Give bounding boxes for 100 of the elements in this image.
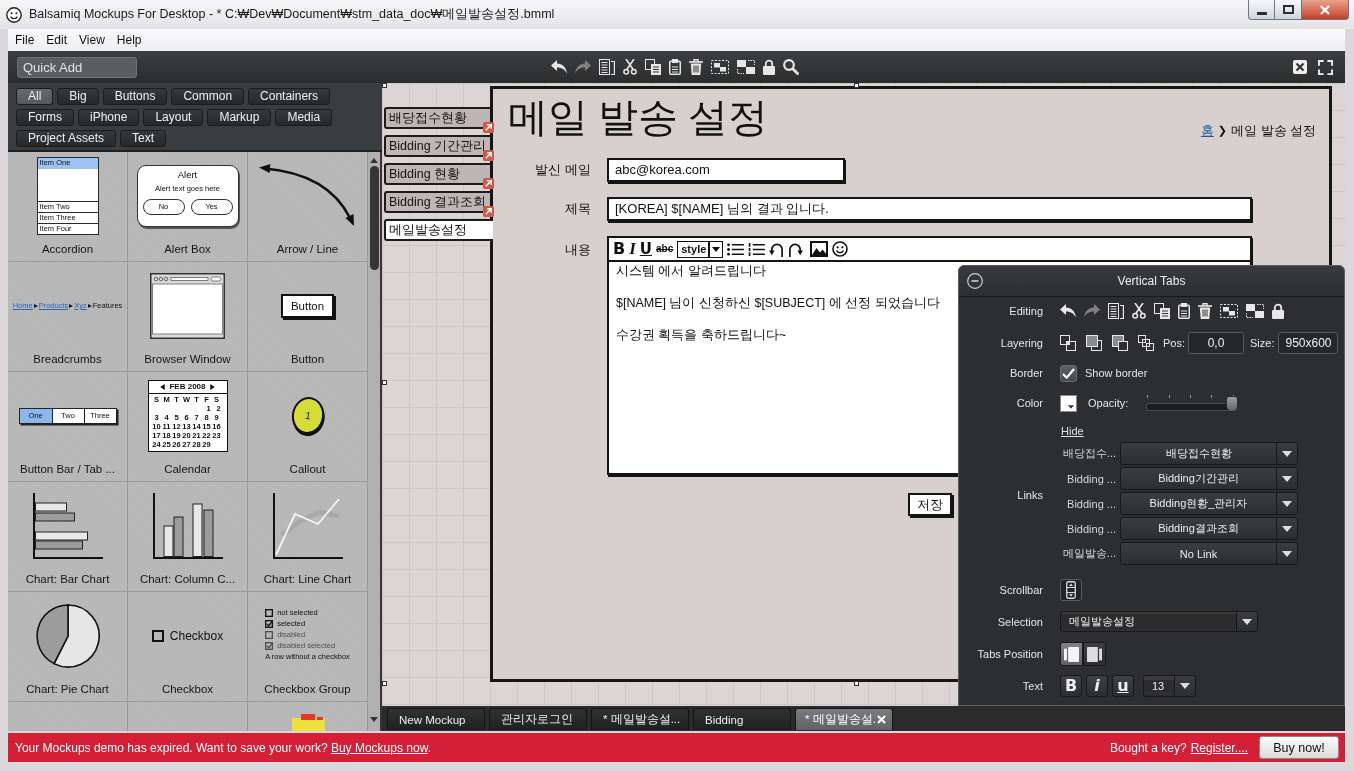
buy-mockups-link[interactable]: Buy Mockups now xyxy=(330,740,428,755)
document-icon[interactable] xyxy=(1108,303,1124,319)
category-button[interactable]: Media xyxy=(275,109,333,126)
menu-item[interactable]: View xyxy=(73,30,111,50)
category-button[interactable]: Buttons xyxy=(102,88,168,105)
position-field[interactable]: 0,0 xyxy=(1188,332,1244,354)
group-icon[interactable] xyxy=(711,60,729,74)
clipboard-icon[interactable] xyxy=(669,59,681,75)
scrollbar-toggle[interactable] xyxy=(1060,579,1082,601)
link-dropdown[interactable]: No Link xyxy=(1120,542,1298,565)
overlapping-squares-icon[interactable] xyxy=(1086,335,1102,351)
undo-icon[interactable] xyxy=(1060,304,1076,318)
library-item[interactable]: Browser Window xyxy=(128,262,248,372)
overlapping-squares-icon[interactable] xyxy=(1060,335,1076,351)
link-dropdown[interactable]: Bidding기간관리 xyxy=(1120,467,1298,490)
resize-handle-icon[interactable] xyxy=(854,681,859,686)
size-field[interactable]: 950x600 xyxy=(1278,332,1339,354)
bold-button[interactable]: B xyxy=(613,240,626,258)
slider-thumb[interactable] xyxy=(1226,395,1239,412)
ungroup-icon[interactable] xyxy=(737,60,755,74)
italic-button[interactable]: i xyxy=(1086,675,1108,697)
trash-icon[interactable] xyxy=(1198,303,1212,319)
library-item[interactable]: Chart: Line Chart xyxy=(248,482,368,592)
category-button[interactable]: Layout xyxy=(143,109,204,126)
quick-add-field[interactable]: Quick Add xyxy=(17,56,137,78)
checkbox[interactable] xyxy=(1060,364,1077,382)
document-icon[interactable] xyxy=(599,59,615,75)
library-item[interactable]: Chart: Bar Chart xyxy=(8,482,128,592)
tabs-position-button[interactable] xyxy=(1083,642,1106,666)
library-item[interactable]: Chart: Column C... xyxy=(128,482,248,592)
library-item[interactable]: Chart: Pie Chart xyxy=(8,592,128,702)
menu-item[interactable]: Help xyxy=(110,30,148,50)
redo-icon[interactable] xyxy=(787,241,803,257)
bold-button[interactable]: B xyxy=(1060,675,1082,697)
close-button[interactable] xyxy=(1302,0,1349,20)
smiley-icon[interactable] xyxy=(831,241,848,257)
undo-icon[interactable] xyxy=(768,241,784,257)
menu-item[interactable]: Edit xyxy=(40,30,74,50)
hide-link[interactable]: Hide xyxy=(1061,425,1084,437)
breadcrumb-link[interactable]: 홈 xyxy=(1200,123,1214,139)
overlapping-squares-icon[interactable] xyxy=(1112,335,1128,351)
italic-button[interactable]: I xyxy=(629,240,636,258)
email-field[interactable]: abc@korea.com xyxy=(607,158,845,182)
category-button[interactable]: All xyxy=(16,88,54,105)
selection-dropdown[interactable]: 메일발송설정 xyxy=(1060,611,1258,632)
scrollbar[interactable] xyxy=(368,152,380,731)
link-dropdown[interactable]: Bidding현황_관리자 xyxy=(1120,492,1298,515)
link-arrow-icon[interactable] xyxy=(483,206,494,217)
fullscreen-icon[interactable] xyxy=(1318,59,1333,75)
subject-field[interactable]: [KOREA] $[NAME] 님의 결과 입니다. xyxy=(607,197,1252,221)
group-icon[interactable] xyxy=(1220,304,1238,318)
register-link[interactable]: Register.... xyxy=(1190,740,1248,755)
link-arrow-icon[interactable] xyxy=(483,178,494,189)
category-button[interactable]: Forms xyxy=(16,109,74,126)
image-icon[interactable] xyxy=(809,241,828,257)
checkbox-label[interactable]: Show border xyxy=(1085,367,1148,379)
link-dropdown[interactable]: Bidding결과조회 xyxy=(1120,517,1298,540)
link-dropdown[interactable]: 배당접수현황 xyxy=(1120,442,1298,465)
menu-item[interactable]: File xyxy=(9,30,41,50)
buy-now-button[interactable]: Buy now! xyxy=(1259,736,1339,759)
category-button[interactable]: Common xyxy=(171,88,245,105)
resize-handle-icon[interactable] xyxy=(382,380,387,385)
close-box-icon[interactable] xyxy=(1293,60,1307,74)
resize-handle-icon[interactable] xyxy=(854,83,859,88)
overlapping-squares-icon[interactable] xyxy=(1138,335,1154,351)
numbered-list-icon[interactable] xyxy=(747,242,765,256)
minimize-button[interactable] xyxy=(1248,0,1275,20)
resize-handle-icon[interactable] xyxy=(382,681,387,686)
opacity-slider[interactable] xyxy=(1146,394,1239,412)
ungroup-icon[interactable] xyxy=(1246,304,1264,318)
document-tab[interactable]: 관리자로그인 xyxy=(489,708,587,730)
scissors-icon[interactable] xyxy=(1132,303,1146,319)
font-size-dropdown[interactable]: 13 xyxy=(1143,675,1196,697)
category-button[interactable]: Project Assets xyxy=(16,130,117,147)
maximize-button[interactable] xyxy=(1275,0,1302,20)
copy-icon[interactable] xyxy=(1154,303,1170,319)
lock-icon[interactable] xyxy=(1272,303,1284,319)
copy-icon[interactable] xyxy=(645,59,661,75)
undo-icon[interactable] xyxy=(551,60,567,74)
scrollbar-thumb[interactable] xyxy=(369,166,379,270)
save-button[interactable]: 저장 xyxy=(908,493,952,516)
link-arrow-icon[interactable] xyxy=(483,150,494,161)
tabs-position-button[interactable] xyxy=(1060,642,1083,666)
document-tab[interactable]: New Mockup xyxy=(387,708,485,730)
library-item[interactable]: Button Button xyxy=(248,262,368,372)
bulleted-list-icon[interactable] xyxy=(726,242,744,256)
document-tab[interactable]: * 메일발송설. xyxy=(795,708,893,730)
category-button[interactable]: Markup xyxy=(207,109,272,126)
scroll-up-icon[interactable] xyxy=(370,158,378,163)
scissors-icon[interactable] xyxy=(623,59,637,75)
library-item[interactable]: 1 Callout xyxy=(248,372,368,482)
scroll-down-icon[interactable] xyxy=(370,717,378,722)
underline-button[interactable]: u xyxy=(1112,675,1134,697)
color-swatch[interactable] xyxy=(1060,394,1077,412)
collapse-icon[interactable] xyxy=(967,273,983,289)
vertical-tab[interactable]: 메일발송설정 xyxy=(384,219,493,241)
style-dropdown[interactable]: style xyxy=(677,240,723,258)
strikethrough-button[interactable]: abc xyxy=(656,242,674,256)
search-icon[interactable] xyxy=(783,59,799,75)
underline-button[interactable]: U xyxy=(639,240,652,258)
